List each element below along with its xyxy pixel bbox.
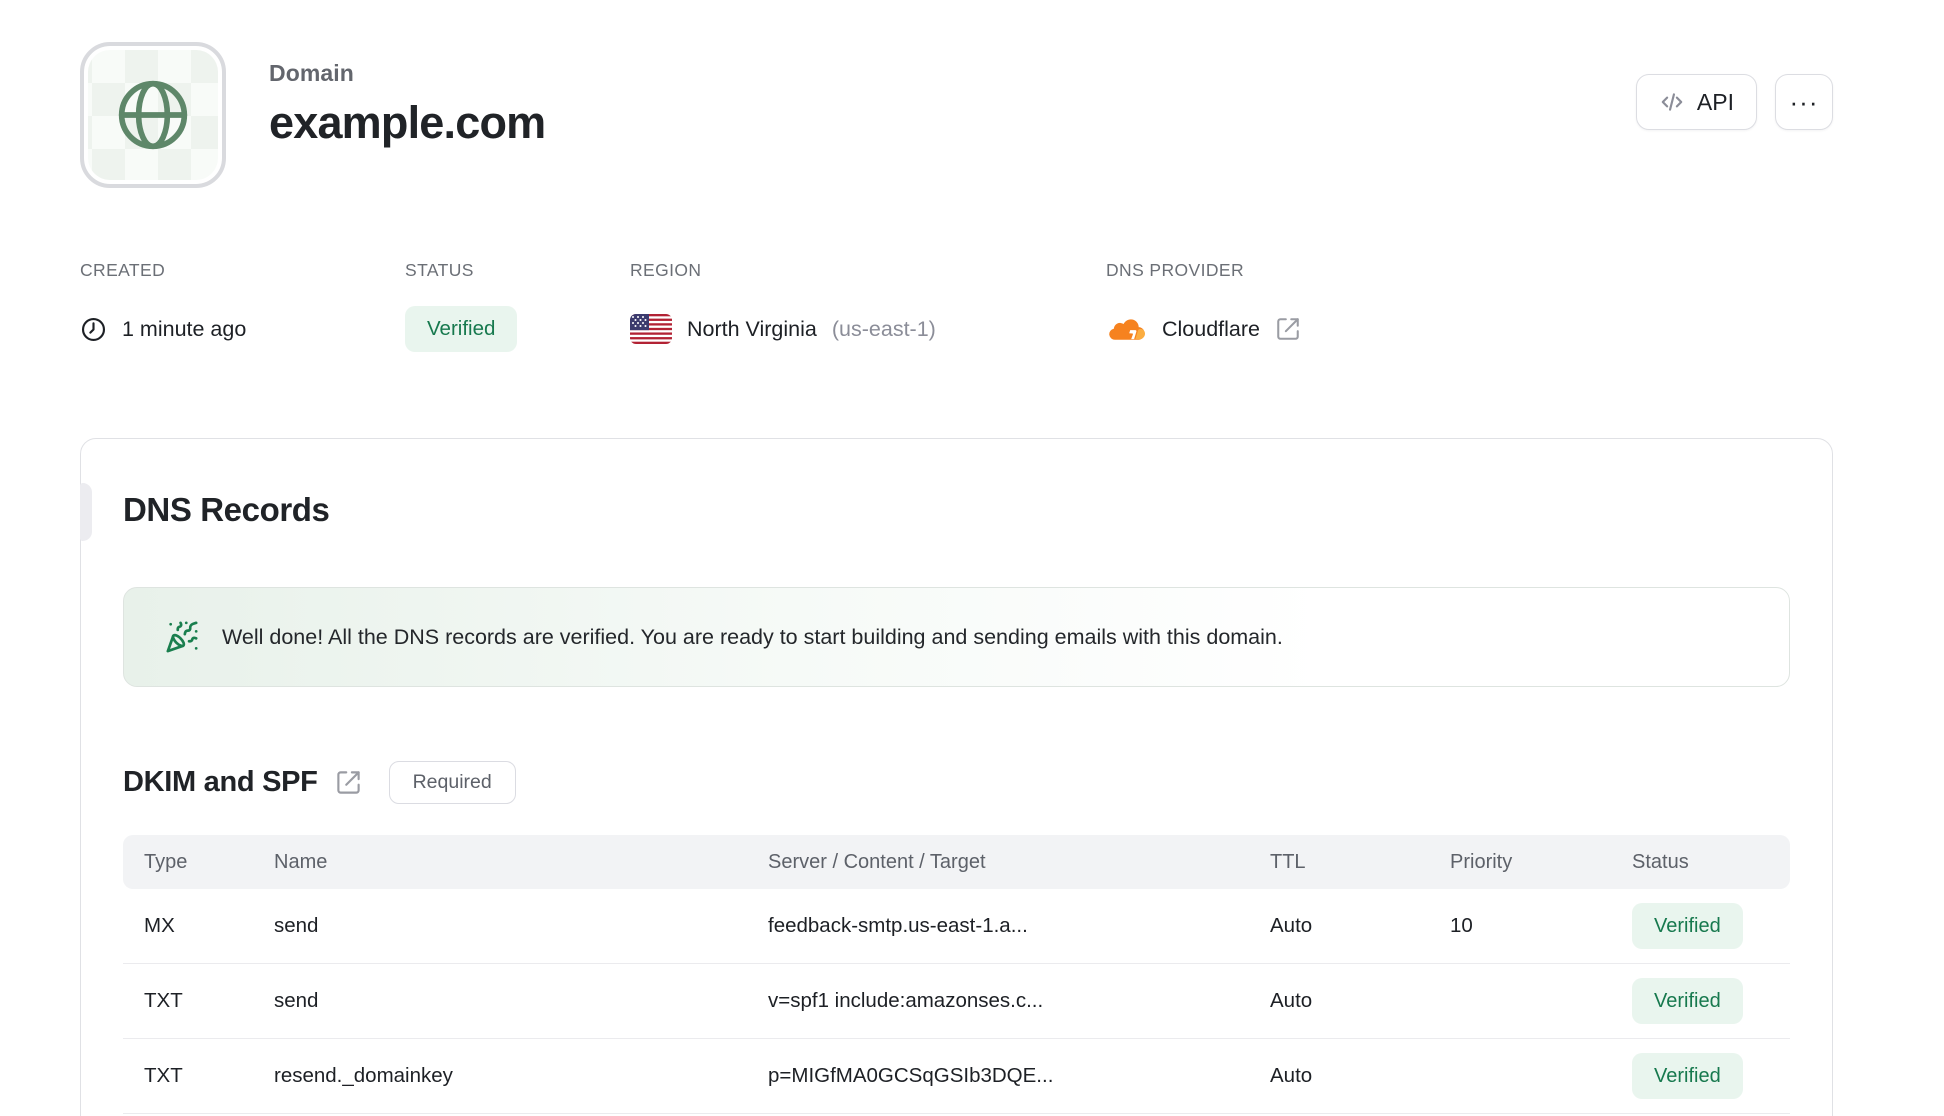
col-header-type: Type bbox=[144, 850, 188, 873]
meta-region: REGION North Virginia (us-east-1) bbox=[630, 260, 1106, 352]
cell-type: TXT bbox=[144, 989, 183, 1012]
dns-records-table: Type Name Server / Content / Target TTL … bbox=[123, 835, 1790, 1114]
api-button-label: API bbox=[1696, 88, 1734, 115]
cloudflare-icon bbox=[1109, 319, 1146, 340]
more-options-button[interactable]: ··· bbox=[1775, 74, 1833, 130]
api-button[interactable]: API bbox=[1635, 74, 1757, 130]
cell-type: MX bbox=[144, 914, 175, 937]
status-label: STATUS bbox=[405, 260, 474, 280]
col-header-priority: Priority bbox=[1450, 850, 1513, 873]
party-popper-icon bbox=[166, 621, 198, 653]
col-header-content: Server / Content / Target bbox=[768, 850, 986, 873]
page-title: example.com bbox=[269, 97, 546, 148]
code-icon bbox=[1659, 89, 1685, 115]
ellipsis-icon: ··· bbox=[1789, 86, 1819, 117]
dns-records-card: DNS Records Well done! All the DNS recor… bbox=[80, 438, 1833, 1116]
meta-status: STATUS Verified bbox=[405, 260, 630, 352]
header-actions: API ··· bbox=[1635, 42, 1833, 130]
cell-ttl: Auto bbox=[1270, 1064, 1313, 1087]
col-header-ttl: TTL bbox=[1270, 850, 1306, 873]
required-badge: Required bbox=[388, 761, 516, 804]
dns-provider-name: Cloudflare bbox=[1162, 316, 1260, 341]
title-block: Domain example.com bbox=[269, 42, 546, 149]
cell-priority: 10 bbox=[1450, 914, 1473, 937]
row-status-badge: Verified bbox=[1632, 903, 1743, 949]
dns-records-title: DNS Records bbox=[123, 491, 330, 528]
col-header-status: Status bbox=[1632, 850, 1689, 873]
globe-icon bbox=[118, 80, 188, 150]
dkim-spf-section-header: DKIM and SPF Required bbox=[123, 761, 1790, 804]
col-header-name: Name bbox=[274, 850, 328, 873]
external-link-icon[interactable] bbox=[335, 769, 362, 796]
row-status-badge: Verified bbox=[1632, 1053, 1743, 1099]
dns-provider-label: DNS PROVIDER bbox=[1106, 260, 1245, 280]
table-row: TXT resend._domainkey p=MIGfMA0GCSqGSIb3… bbox=[123, 1039, 1790, 1114]
created-value: 1 minute ago bbox=[122, 316, 247, 341]
region-label: REGION bbox=[630, 260, 702, 280]
status-badge: Verified bbox=[405, 306, 518, 352]
page-header: Domain example.com API ··· bbox=[80, 42, 1833, 188]
verified-banner: Well done! All the DNS records are verif… bbox=[123, 587, 1790, 687]
cell-ttl: Auto bbox=[1270, 914, 1313, 937]
cell-name: resend._domainkey bbox=[274, 1064, 453, 1087]
external-link-icon[interactable] bbox=[1275, 316, 1301, 342]
domain-meta-row: CREATED 1 minute ago STATUS Verified REG… bbox=[80, 260, 1833, 352]
created-label: CREATED bbox=[80, 260, 166, 280]
domain-avatar bbox=[80, 42, 226, 188]
dkim-spf-title: DKIM and SPF bbox=[123, 766, 318, 798]
meta-created: CREATED 1 minute ago bbox=[80, 260, 405, 352]
us-flag-icon bbox=[630, 314, 672, 344]
verified-banner-text: Well done! All the DNS records are verif… bbox=[222, 624, 1283, 649]
region-code: (us-east-1) bbox=[831, 316, 936, 341]
table-row: TXT send v=spf1 include:amazonses.c... A… bbox=[123, 964, 1790, 1039]
cell-content: feedback-smtp.us-east-1.a... bbox=[768, 914, 1028, 937]
cell-name: send bbox=[274, 914, 319, 937]
meta-dns-provider: DNS PROVIDER Cloudflare bbox=[1106, 260, 1833, 352]
page-kicker: Domain bbox=[269, 60, 354, 86]
cell-name: send bbox=[274, 989, 319, 1012]
table-header-row: Type Name Server / Content / Target TTL … bbox=[123, 835, 1790, 889]
cell-content: v=spf1 include:amazonses.c... bbox=[768, 989, 1044, 1012]
clock-icon bbox=[81, 317, 106, 341]
row-status-badge: Verified bbox=[1632, 978, 1743, 1024]
cell-type: TXT bbox=[144, 1064, 183, 1087]
section-anchor-notch bbox=[80, 483, 92, 541]
domain-detail-page: Domain example.com API ··· CREATED 1 min… bbox=[0, 0, 1944, 1116]
region-name: North Virginia bbox=[687, 316, 817, 341]
cell-content: p=MIGfMA0GCSqGSIb3DQE... bbox=[768, 1064, 1054, 1087]
table-row: MX send feedback-smtp.us-east-1.a... Aut… bbox=[123, 889, 1790, 964]
cell-ttl: Auto bbox=[1270, 989, 1313, 1012]
